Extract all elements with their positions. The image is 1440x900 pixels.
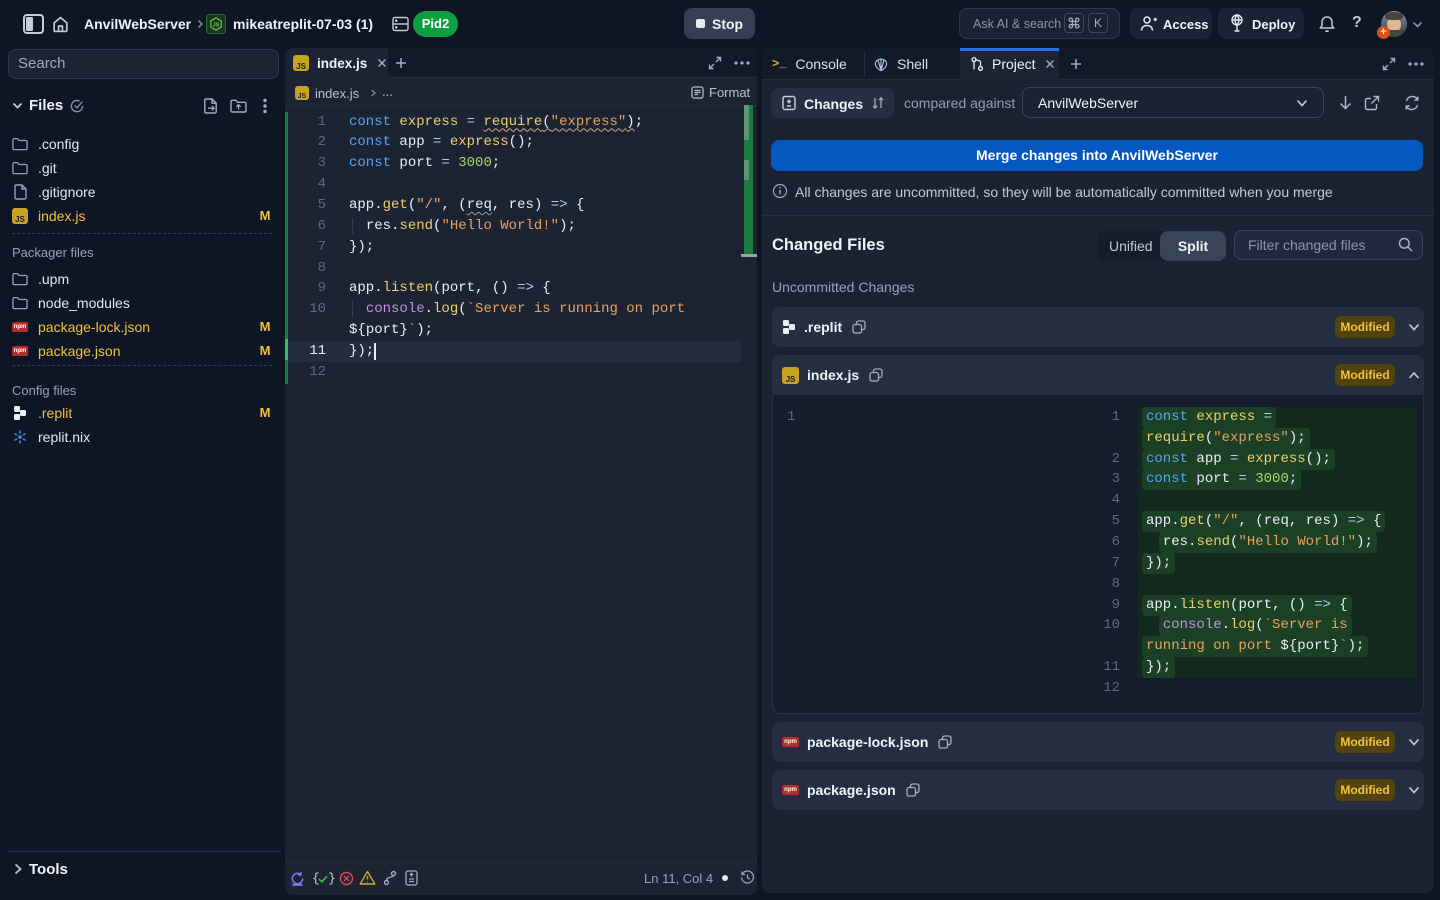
svg-text:JS: JS <box>213 22 220 28</box>
